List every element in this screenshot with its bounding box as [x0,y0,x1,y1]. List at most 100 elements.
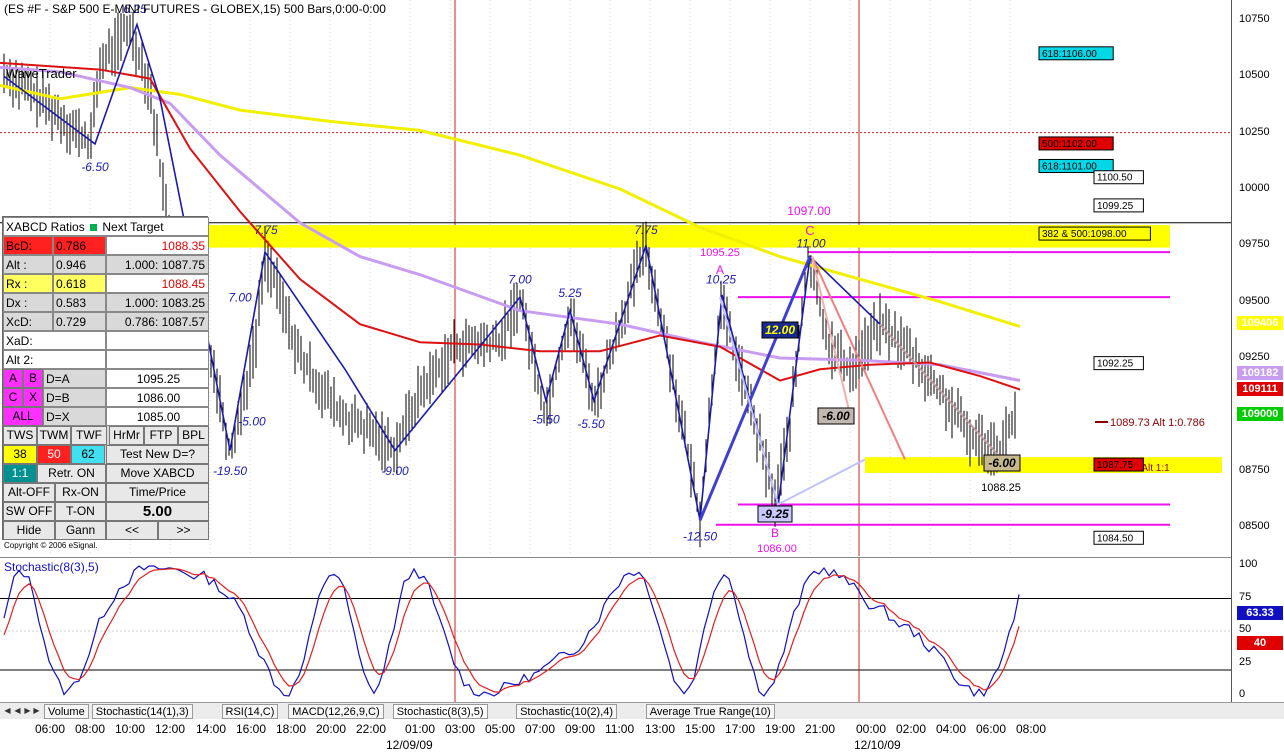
time-price-button[interactable]: Time/Price [106,483,209,502]
hide-button[interactable]: Hide [3,521,55,540]
ratio-label: Dx : [3,293,53,312]
ratio-target: 0.786: 1087.57 [106,312,209,331]
t-on-button[interactable]: T-ON [55,502,106,521]
ratio-value: 0.946 [53,255,106,274]
time-axis-label: 08:00 [75,722,106,736]
point-a-letter: A [716,263,724,277]
study-tab-strip: ◀ ◀ ▶ ▶ Volume Stochastic(14(1),3) RSI(14,… [0,702,1284,719]
gann-button[interactable]: Gann [55,521,106,540]
alt-off-button[interactable]: Alt-OFF [3,483,55,502]
point-key-button[interactable]: B [23,369,43,388]
d-equation: D=A [43,369,106,388]
study-tab[interactable]: Stochastic(14(1),3) [91,704,193,719]
sw-off-button[interactable]: SW OFF [3,502,55,521]
alt-note: 1089.73 Alt 1:0.786 [1110,417,1205,429]
stochastic-title: Stochastic(8(3),5) [4,560,99,574]
study-tab[interactable]: MACD(12,26,9,C) [288,704,384,719]
d-target-value: 1086.00 [106,388,209,407]
d-target-row: A B D=A 1095.25 [3,369,209,388]
stochastic-axis-badge: 40 [1237,636,1283,650]
point-b-letter: B [771,526,779,540]
panel-tab-twm[interactable]: TWM [37,426,71,445]
time-axis-label: 08:00 [1016,722,1047,736]
swing-label: 7.00 [508,273,532,287]
stochastic-axis-badge: 63.33 [1237,605,1283,620]
panel-tab-bpl[interactable]: BPL [178,426,209,445]
study-tab[interactable]: Volume [44,704,89,719]
ratio-label: XcD: [3,312,53,331]
d-target-row: ALL D=X 1085.00 [3,407,209,426]
test-new-d-button[interactable]: Test New D=? [106,445,209,464]
price-axis[interactable]: 1075010500102501000009750095000925009000… [1231,0,1284,702]
stochastic-axis-label: 100 [1239,558,1258,570]
price-axis-label: 10500 [1239,69,1270,82]
point-key-button[interactable]: ALL [3,407,43,426]
panel-tab-twf[interactable]: TWF [71,426,107,445]
xabcd-header: XABCD Ratios Next Target [3,217,209,236]
rx-on-button[interactable]: Rx-ON [55,483,106,502]
price-axis-badge: 109000 [1237,407,1283,422]
time-axis-label: 10:00 [115,722,146,736]
alt2-value [106,350,209,369]
swing-label: 7.75 [254,223,278,237]
point-key-button[interactable]: A [3,369,23,388]
point-b-price: 1086.00 [757,543,797,555]
panel-tab-ftp[interactable]: FTP [144,426,178,445]
ratio-target: 1.000: 1087.75 [106,255,209,274]
time-axis-label: 22:00 [356,722,387,736]
ratio-1-1-button[interactable]: 1:1 [3,464,37,483]
point-key-button[interactable]: C [3,388,23,407]
study-tab[interactable]: Average True Range(10) [645,704,775,719]
time-axis-label: 09:00 [565,722,596,736]
time-axis-label: 19:00 [765,722,796,736]
xabcd-panel: XABCD Ratios Next Target BcD: 0.786 1088.3… [2,216,209,540]
scroll-first-icon[interactable]: ◀ [3,705,12,717]
time-axis-label: 11:00 [605,722,635,736]
value-62[interactable]: 62 [71,445,105,464]
stoch-d-line [3,568,1020,693]
study-tab[interactable]: Stochastic(8(3),5) [392,704,488,719]
scroll-right-icon[interactable]: ▶ [23,705,32,717]
ratio-target: 1088.35 [106,236,209,255]
d-target-value: 1085.00 [106,407,209,426]
step-value[interactable]: 5.00 [106,502,209,521]
study-tab[interactable]: Stochastic(10(2),4) [516,704,618,719]
panel-tab-hrmr[interactable]: HrMr [109,426,144,445]
time-axis-label: 17:00 [725,722,756,736]
projection-leg [811,256,851,415]
retr-on-button[interactable]: Retr. ON [37,464,106,483]
scroll-left-icon[interactable]: ◀ [13,705,22,717]
level-label: 1099.25 [1097,201,1134,212]
ratio-value: 0.786 [53,236,106,255]
price-axis-label: 10000 [1239,182,1270,194]
panel-tab-tws[interactable]: TWS [3,426,37,445]
ratio-value: 0.618 [53,274,106,293]
point-c-price: 1097.00 [787,204,831,218]
d-equation: D=X [43,407,106,426]
price-axis-badge: 109111 [1237,382,1283,397]
value-50[interactable]: 50 [37,445,71,464]
point-a-price: 1095.25 [700,247,740,259]
next-button[interactable]: >> [158,521,209,540]
swing-label: -5.00 [238,415,266,429]
ratio-value: 0.729 [53,312,106,331]
ratio-value: 0.583 [53,293,106,312]
study-tab[interactable]: RSI(14,C) [221,704,279,719]
level-label: 1100.50 [1097,173,1133,184]
price-axis-label: 10750 [1239,13,1270,25]
level-label: 1087.75 [1097,460,1134,471]
point-key-button[interactable]: X [23,388,43,407]
prev-button[interactable]: << [106,521,158,540]
ratio-target: 1088.45 [106,274,209,293]
time-axis-label: 18:00 [276,722,307,736]
swing-tag-m6: -6.00 [822,409,850,423]
time-axis-label: 15:00 [685,722,716,736]
level-label: 500:1102.00 [1042,139,1097,150]
stochastic-pane[interactable] [0,557,1284,703]
time-axis-label: 14:00 [196,722,227,736]
time-axis: 06:00 08:00 10:00 12:00 14:00 16:00 18:00 20:00… [0,719,1284,753]
move-xabcd-button[interactable]: Move XABCD [106,464,209,483]
scroll-last-icon[interactable]: ▶ [32,705,41,717]
d-target-value: 1095.25 [106,369,209,388]
value-38[interactable]: 38 [3,445,37,464]
